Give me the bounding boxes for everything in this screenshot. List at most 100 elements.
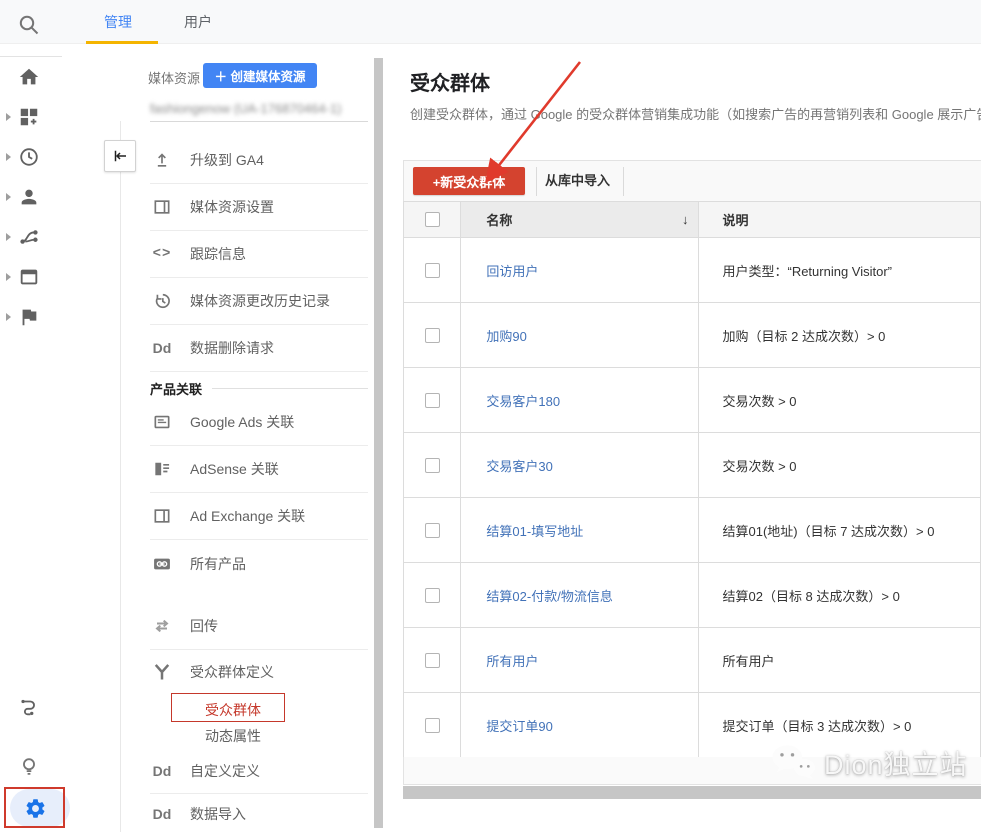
nav-item-label: AdSense 关联 [190, 459, 279, 479]
nav-scrollbar[interactable] [374, 58, 383, 828]
audience-link[interactable]: 所有用户 [486, 654, 538, 669]
import-from-gallery-button[interactable]: 从库中导入 [545, 161, 610, 201]
nav-item-label: 数据导入 [190, 804, 246, 824]
conversions-icon[interactable] [17, 305, 41, 329]
expand-arrow-icon[interactable] [6, 273, 11, 281]
nav-subitem-dynamic-attributes[interactable]: 动态属性 [205, 726, 261, 746]
property-selector-label: 媒体资源 [148, 68, 200, 87]
audience-link[interactable]: 回访用户 [486, 264, 538, 279]
nav-item-label: 媒体资源更改历史记录 [190, 291, 330, 311]
table-row: 所有用户 所有用户 [404, 628, 981, 693]
all-products-link-icon [150, 554, 174, 574]
select-all-checkbox[interactable] [425, 212, 440, 227]
nav-section-product-linking: 产品关联 [150, 377, 368, 399]
page-description: 创建受众群体，通过 Google 的受众群体营销集成功能（如搜索广告的再营销列表… [410, 104, 981, 123]
rail-divider [0, 56, 62, 57]
table-row: 交易客户30 交易次数 > 0 [404, 433, 981, 498]
nav-item-audience-definitions[interactable]: 受众群体定义 [150, 650, 368, 694]
nav-item-data-import[interactable]: Dd 数据导入 [150, 795, 368, 832]
divider [212, 388, 368, 389]
row-checkbox[interactable] [425, 653, 440, 668]
expand-arrow-icon[interactable] [6, 153, 11, 161]
property-settings-icon [150, 197, 174, 217]
audience-link[interactable]: 交易客户180 [486, 394, 560, 409]
nav-item-ad-exchange-linking[interactable]: Ad Exchange 关联 [150, 493, 368, 540]
nav-item-data-deletion[interactable]: Dd 数据删除请求 [150, 325, 368, 372]
audience-link[interactable]: 结算02-付款/物流信息 [486, 589, 612, 604]
nav-item-label: 媒体资源设置 [190, 197, 274, 217]
tab-users[interactable]: 用户 [184, 0, 212, 44]
row-checkbox[interactable] [425, 523, 440, 538]
annotation-box-admin [4, 787, 65, 828]
nav-item-adsense-linking[interactable]: AdSense 关联 [150, 446, 368, 493]
code-icon: <> [150, 246, 174, 262]
audience-link[interactable]: 交易客户30 [486, 459, 552, 474]
expand-arrow-icon[interactable] [6, 193, 11, 201]
ga-admin-page: 管理 用户 媒体资源 ＋ [0, 0, 981, 832]
home-icon[interactable] [17, 65, 41, 89]
nav-item-google-ads-linking[interactable]: Google Ads 关联 [150, 399, 368, 446]
audience-description: 加购（目标 2 达成次数）> 0 [699, 303, 981, 368]
row-checkbox[interactable] [425, 263, 440, 278]
row-checkbox[interactable] [425, 393, 440, 408]
section-header-label: 产品关联 [150, 379, 202, 398]
new-audience-button[interactable]: +新受众群体 [413, 167, 525, 195]
nav-item-all-products[interactable]: 所有产品 [150, 540, 368, 587]
arrow-left-to-bar-icon [111, 147, 129, 165]
nav-item-upgrade-ga4[interactable]: 升级到 GA4 [150, 137, 368, 184]
expand-arrow-icon[interactable] [6, 233, 11, 241]
watermark: Dion独立站 [770, 742, 968, 782]
search-icon[interactable] [17, 13, 41, 37]
nav-item-change-history[interactable]: 媒体资源更改历史记录 [150, 278, 368, 325]
page-title: 受众群体 [410, 67, 490, 96]
audience-description: 用户类型：“Returning Visitor” [699, 238, 981, 303]
nav-item-label: 升级到 GA4 [190, 150, 264, 170]
row-checkbox[interactable] [425, 328, 440, 343]
dd-icon: Dd [150, 340, 174, 356]
behavior-icon[interactable] [17, 265, 41, 289]
nav-item-label: Ad Exchange 关联 [190, 506, 305, 526]
create-property-button[interactable]: ＋ 创建媒体资源 [203, 63, 317, 88]
audience-toolbar: +新受众群体 从库中导入 [403, 160, 981, 202]
audiences-table: 名称 ↓ 说明 回访用户 用户类型：“Returning Visitor” 加购… [403, 201, 981, 758]
row-checkbox[interactable] [425, 718, 440, 733]
table-header-row: 名称 ↓ 说明 [404, 202, 981, 238]
property-name[interactable]: fashiongenow (UA-176870464-1) [150, 101, 382, 116]
attribution-icon[interactable] [17, 695, 41, 719]
horizontal-scrollbar[interactable] [403, 786, 981, 799]
discover-icon[interactable] [17, 755, 41, 779]
dd-icon: Dd [150, 806, 174, 822]
audience-link[interactable]: 结算01-填写地址 [486, 524, 583, 539]
divider [150, 121, 368, 122]
nav-item-tracking-info[interactable]: <> 跟踪信息 [150, 231, 368, 278]
watermark-text: Dion独立站 [824, 743, 968, 782]
column-header-description[interactable]: 说明 [699, 202, 981, 238]
expand-arrow-icon[interactable] [6, 113, 11, 121]
nav-item-label: 自定义定义 [190, 761, 260, 781]
audience-definitions-icon [150, 662, 174, 682]
nav-item-postbacks[interactable]: 回传 [150, 603, 368, 650]
column-header-name[interactable]: 名称 [486, 210, 512, 229]
table-row: 加购90 加购（目标 2 达成次数）> 0 [404, 303, 981, 368]
nav-item-property-settings[interactable]: 媒体资源设置 [150, 184, 368, 231]
expand-arrow-icon[interactable] [6, 313, 11, 321]
audience-icon[interactable] [17, 185, 41, 209]
customization-icon[interactable] [17, 105, 41, 129]
audience-description: 结算01(地址)（目标 7 达成次数）> 0 [699, 498, 981, 563]
audience-link[interactable]: 提交订单90 [486, 719, 552, 734]
nav-item-custom-definitions[interactable]: Dd 自定义定义 [150, 749, 368, 794]
back-button[interactable] [104, 140, 136, 172]
table-row: 结算01-填写地址 结算01(地址)（目标 7 达成次数）> 0 [404, 498, 981, 563]
acquisition-icon[interactable] [17, 225, 41, 249]
audience-description: 结算02（目标 8 达成次数）> 0 [699, 563, 981, 628]
table-row: 结算02-付款/物流信息 结算02（目标 8 达成次数）> 0 [404, 563, 981, 628]
divider [623, 167, 624, 196]
row-checkbox[interactable] [425, 458, 440, 473]
row-checkbox[interactable] [425, 588, 440, 603]
sort-descending-icon[interactable]: ↓ [682, 212, 689, 227]
tab-admin[interactable]: 管理 [104, 0, 132, 44]
dd-icon: Dd [150, 763, 174, 779]
nav-item-label: Google Ads 关联 [190, 412, 294, 432]
audience-link[interactable]: 加购90 [486, 329, 526, 344]
realtime-icon[interactable] [17, 145, 41, 169]
